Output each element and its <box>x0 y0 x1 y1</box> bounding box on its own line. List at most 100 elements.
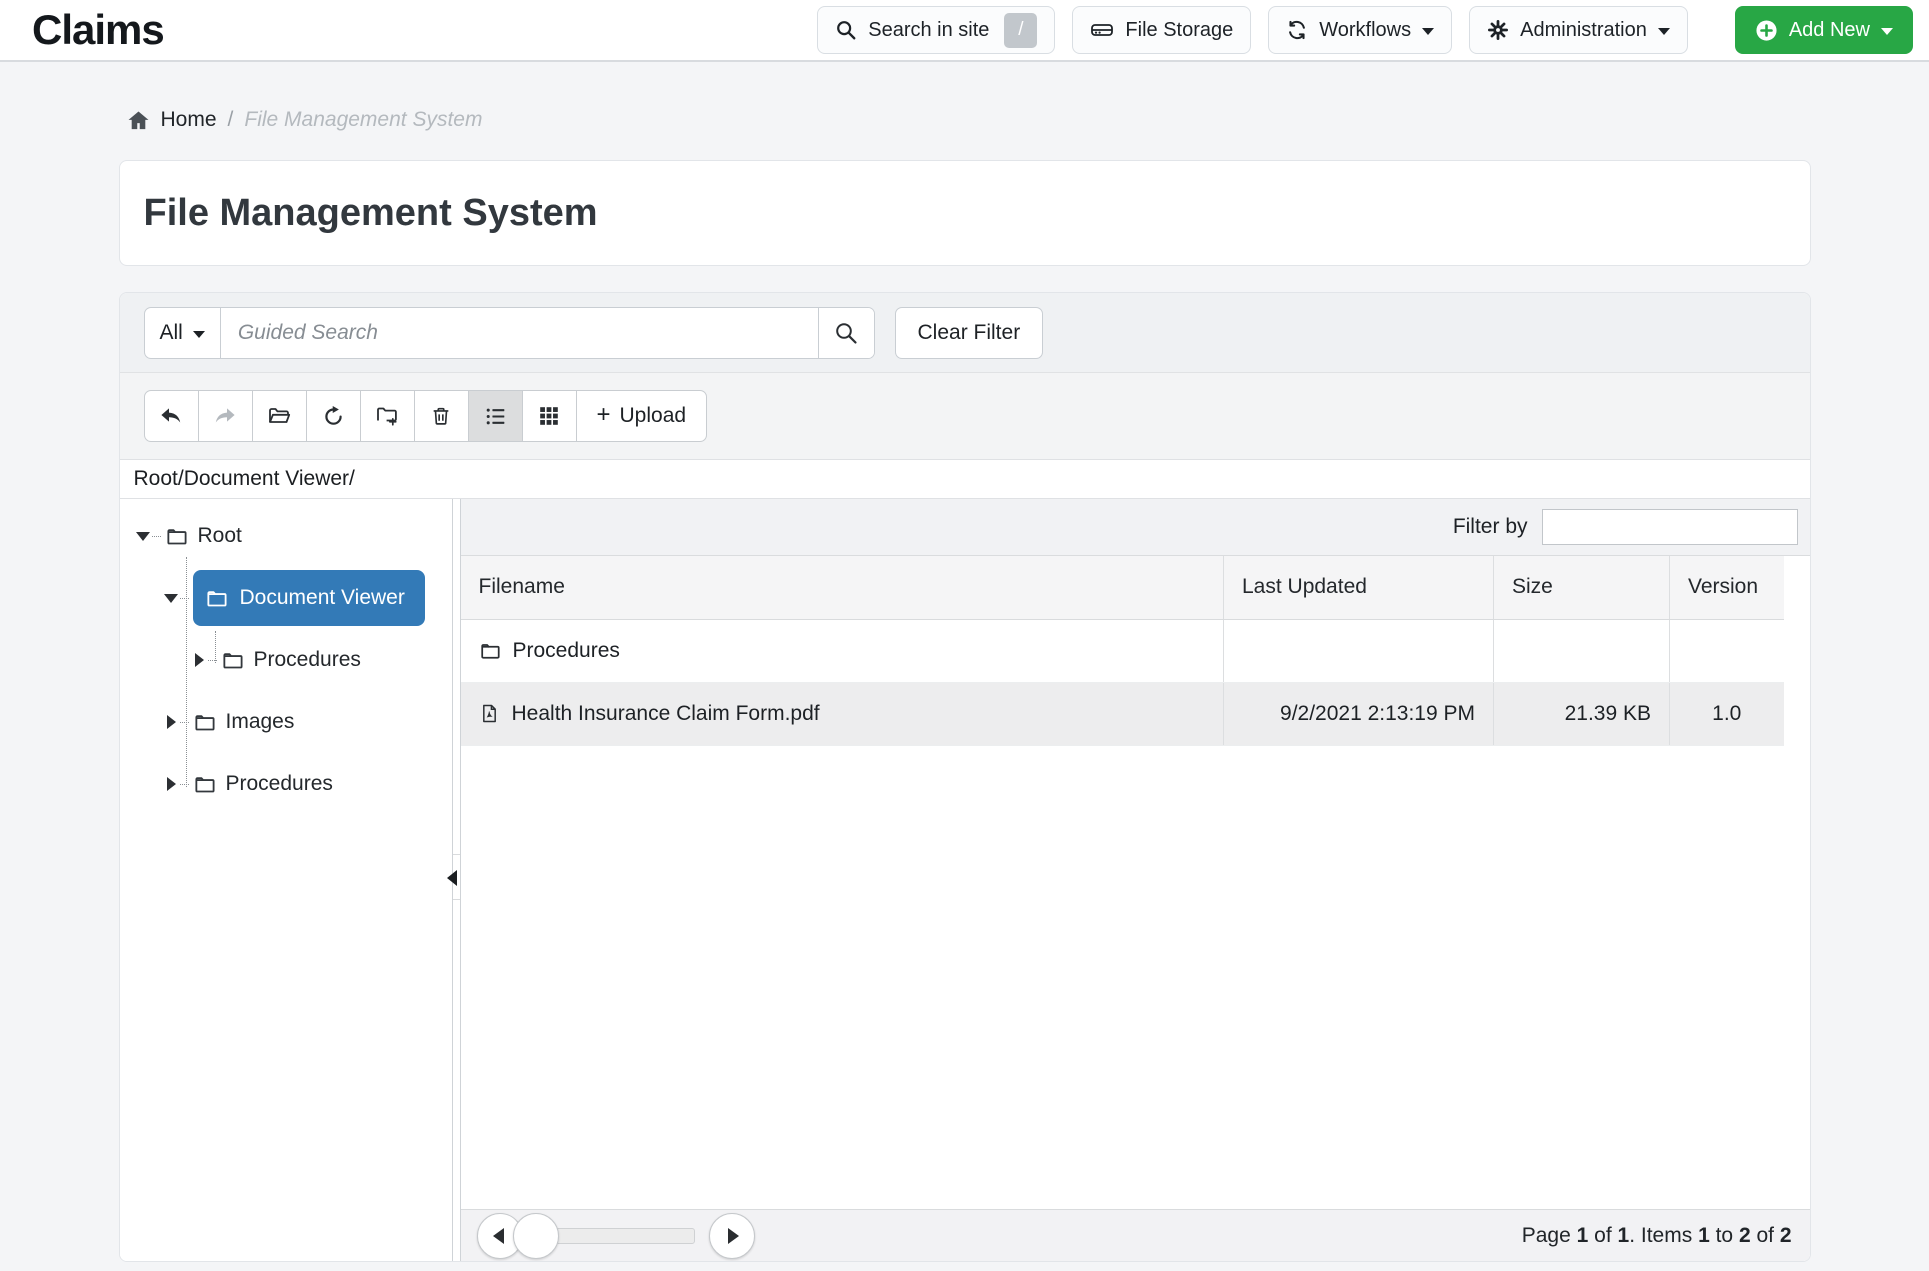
file-table-area: Filename Last Updated Size Version <box>461 556 1810 1209</box>
guided-search-input[interactable] <box>221 308 818 358</box>
folder-icon <box>221 649 244 672</box>
scrollbar-track[interactable] <box>543 1228 695 1244</box>
column-header-size[interactable]: Size <box>1494 556 1670 619</box>
column-header-version[interactable]: Version <box>1670 556 1784 619</box>
filter-by-bar: Filter by <box>461 499 1810 556</box>
tree-item-document-viewer[interactable]: Document Viewer <box>136 567 452 629</box>
pdf-file-icon <box>479 702 500 725</box>
tree-expand-caret-icon[interactable] <box>164 715 178 729</box>
tree-item-procedures-child[interactable]: Procedures <box>136 629 452 691</box>
table-row-folder-procedures[interactable]: Procedures <box>461 619 1784 682</box>
tree-expand-caret-icon[interactable] <box>136 529 150 543</box>
file-size <box>1494 619 1670 682</box>
filter-by-input[interactable] <box>1542 509 1798 545</box>
file-storage-button[interactable]: File Storage <box>1072 6 1251 54</box>
page-title: File Management System <box>144 191 1786 235</box>
file-version: 1.0 <box>1670 682 1784 745</box>
file-name: Health Insurance Claim Form.pdf <box>512 702 820 726</box>
breadcrumb-separator: / <box>228 108 234 132</box>
table-header-row: Filename Last Updated Size Version <box>461 556 1784 619</box>
file-last-updated <box>1224 619 1494 682</box>
back-arrow-icon <box>159 404 183 428</box>
filter-by-label: Filter by <box>1453 515 1528 539</box>
panel-splitter[interactable] <box>452 499 461 1261</box>
file-name: Procedures <box>513 639 620 663</box>
breadcrumb-home-link[interactable]: Home <box>161 108 217 132</box>
sync-arrows-icon <box>1286 19 1308 41</box>
breadcrumb: Home / File Management System <box>127 108 1803 132</box>
app-logo: Claims <box>32 6 164 54</box>
plus-circle-icon <box>1755 19 1778 42</box>
current-path: Root/Document Viewer/ <box>134 467 355 491</box>
administration-menu-button[interactable]: Administration <box>1469 6 1688 54</box>
workflows-label: Workflows <box>1319 19 1411 42</box>
tree-item-label: Document Viewer <box>240 586 405 610</box>
upload-button[interactable]: + Upload <box>576 390 708 442</box>
top-navigation-bar: Claims Search in site / File Storage Wor… <box>0 0 1929 62</box>
pagination-bar: Page 1 of 1. Items 1 to 2 of 2 <box>461 1209 1810 1261</box>
file-manager-card: All Clear Filter <box>119 292 1811 1262</box>
search-in-site-button[interactable]: Search in site / <box>817 6 1055 54</box>
search-submit-button[interactable] <box>818 308 874 358</box>
collapse-panel-handle-icon[interactable] <box>447 870 457 886</box>
table-row-pdf-file[interactable]: Health Insurance Claim Form.pdf 9/2/2021… <box>461 682 1784 745</box>
tree-item-label: Procedures <box>254 648 361 672</box>
open-folder-icon <box>267 404 291 428</box>
search-in-site-label: Search in site <box>868 19 989 42</box>
tree-connector-stub <box>180 784 189 785</box>
clear-filter-button[interactable]: Clear Filter <box>895 307 1044 359</box>
tree-expand-caret-icon[interactable] <box>192 653 206 667</box>
breadcrumb-current-page: File Management System <box>244 108 482 132</box>
home-icon <box>127 109 150 132</box>
delete-button[interactable] <box>414 390 469 442</box>
tree-expand-caret-icon[interactable] <box>164 591 178 605</box>
tree-connector-stub <box>152 536 161 537</box>
plus-icon: + <box>597 403 611 427</box>
search-icon <box>835 19 857 41</box>
folder-plus-icon <box>375 404 399 428</box>
tree-connector-stub <box>180 722 189 723</box>
tree-expand-caret-icon[interactable] <box>164 777 178 791</box>
tree-item-procedures[interactable]: Procedures <box>136 753 452 815</box>
refresh-button[interactable] <box>306 390 361 442</box>
tree-item-root[interactable]: Root <box>136 505 452 567</box>
file-storage-label: File Storage <box>1125 19 1233 42</box>
folder-icon <box>205 587 228 610</box>
list-view-icon <box>484 405 507 428</box>
workflows-menu-button[interactable]: Workflows <box>1268 6 1452 54</box>
file-size: 21.39 KB <box>1494 682 1670 745</box>
grid-view-button[interactable] <box>522 390 577 442</box>
scrollbar-thumb[interactable] <box>513 1213 559 1259</box>
gear-icon <box>1487 19 1509 41</box>
hard-drive-icon <box>1090 18 1114 42</box>
search-icon <box>834 321 858 345</box>
left-arrow-icon <box>493 1228 504 1244</box>
back-button[interactable] <box>144 390 199 442</box>
scroll-right-button[interactable] <box>709 1213 755 1259</box>
topbar-actions: Search in site / File Storage Workflows … <box>817 6 1913 54</box>
column-header-filename[interactable]: Filename <box>461 556 1224 619</box>
slash-shortcut-badge: / <box>1004 13 1037 48</box>
tree-item-images[interactable]: Images <box>136 691 452 753</box>
refresh-icon <box>322 405 345 428</box>
file-last-updated: 9/2/2021 2:13:19 PM <box>1224 682 1494 745</box>
page-info: Page 1 of 1. Items 1 to 2 of 2 <box>1522 1224 1792 1248</box>
horizontal-scroller <box>477 1213 755 1259</box>
tree-item-label: Procedures <box>226 772 333 796</box>
chevron-down-icon <box>1422 28 1434 35</box>
list-view-button[interactable] <box>468 390 523 442</box>
tree-item-label: Root <box>198 524 242 548</box>
forward-button[interactable] <box>198 390 253 442</box>
tree-connector-stub <box>180 598 189 599</box>
upload-label: Upload <box>620 404 687 428</box>
splitter-tick <box>453 899 460 900</box>
tree-item-label: Images <box>226 710 295 734</box>
open-folder-button[interactable] <box>252 390 307 442</box>
search-scope-select[interactable]: All <box>145 308 221 358</box>
column-header-last-updated[interactable]: Last Updated <box>1224 556 1494 619</box>
file-toolbar: + Upload <box>120 373 1810 459</box>
add-new-button[interactable]: Add New <box>1735 6 1913 54</box>
tree-selected-item[interactable]: Document Viewer <box>193 570 425 626</box>
folder-icon <box>479 640 501 662</box>
new-folder-button[interactable] <box>360 390 415 442</box>
